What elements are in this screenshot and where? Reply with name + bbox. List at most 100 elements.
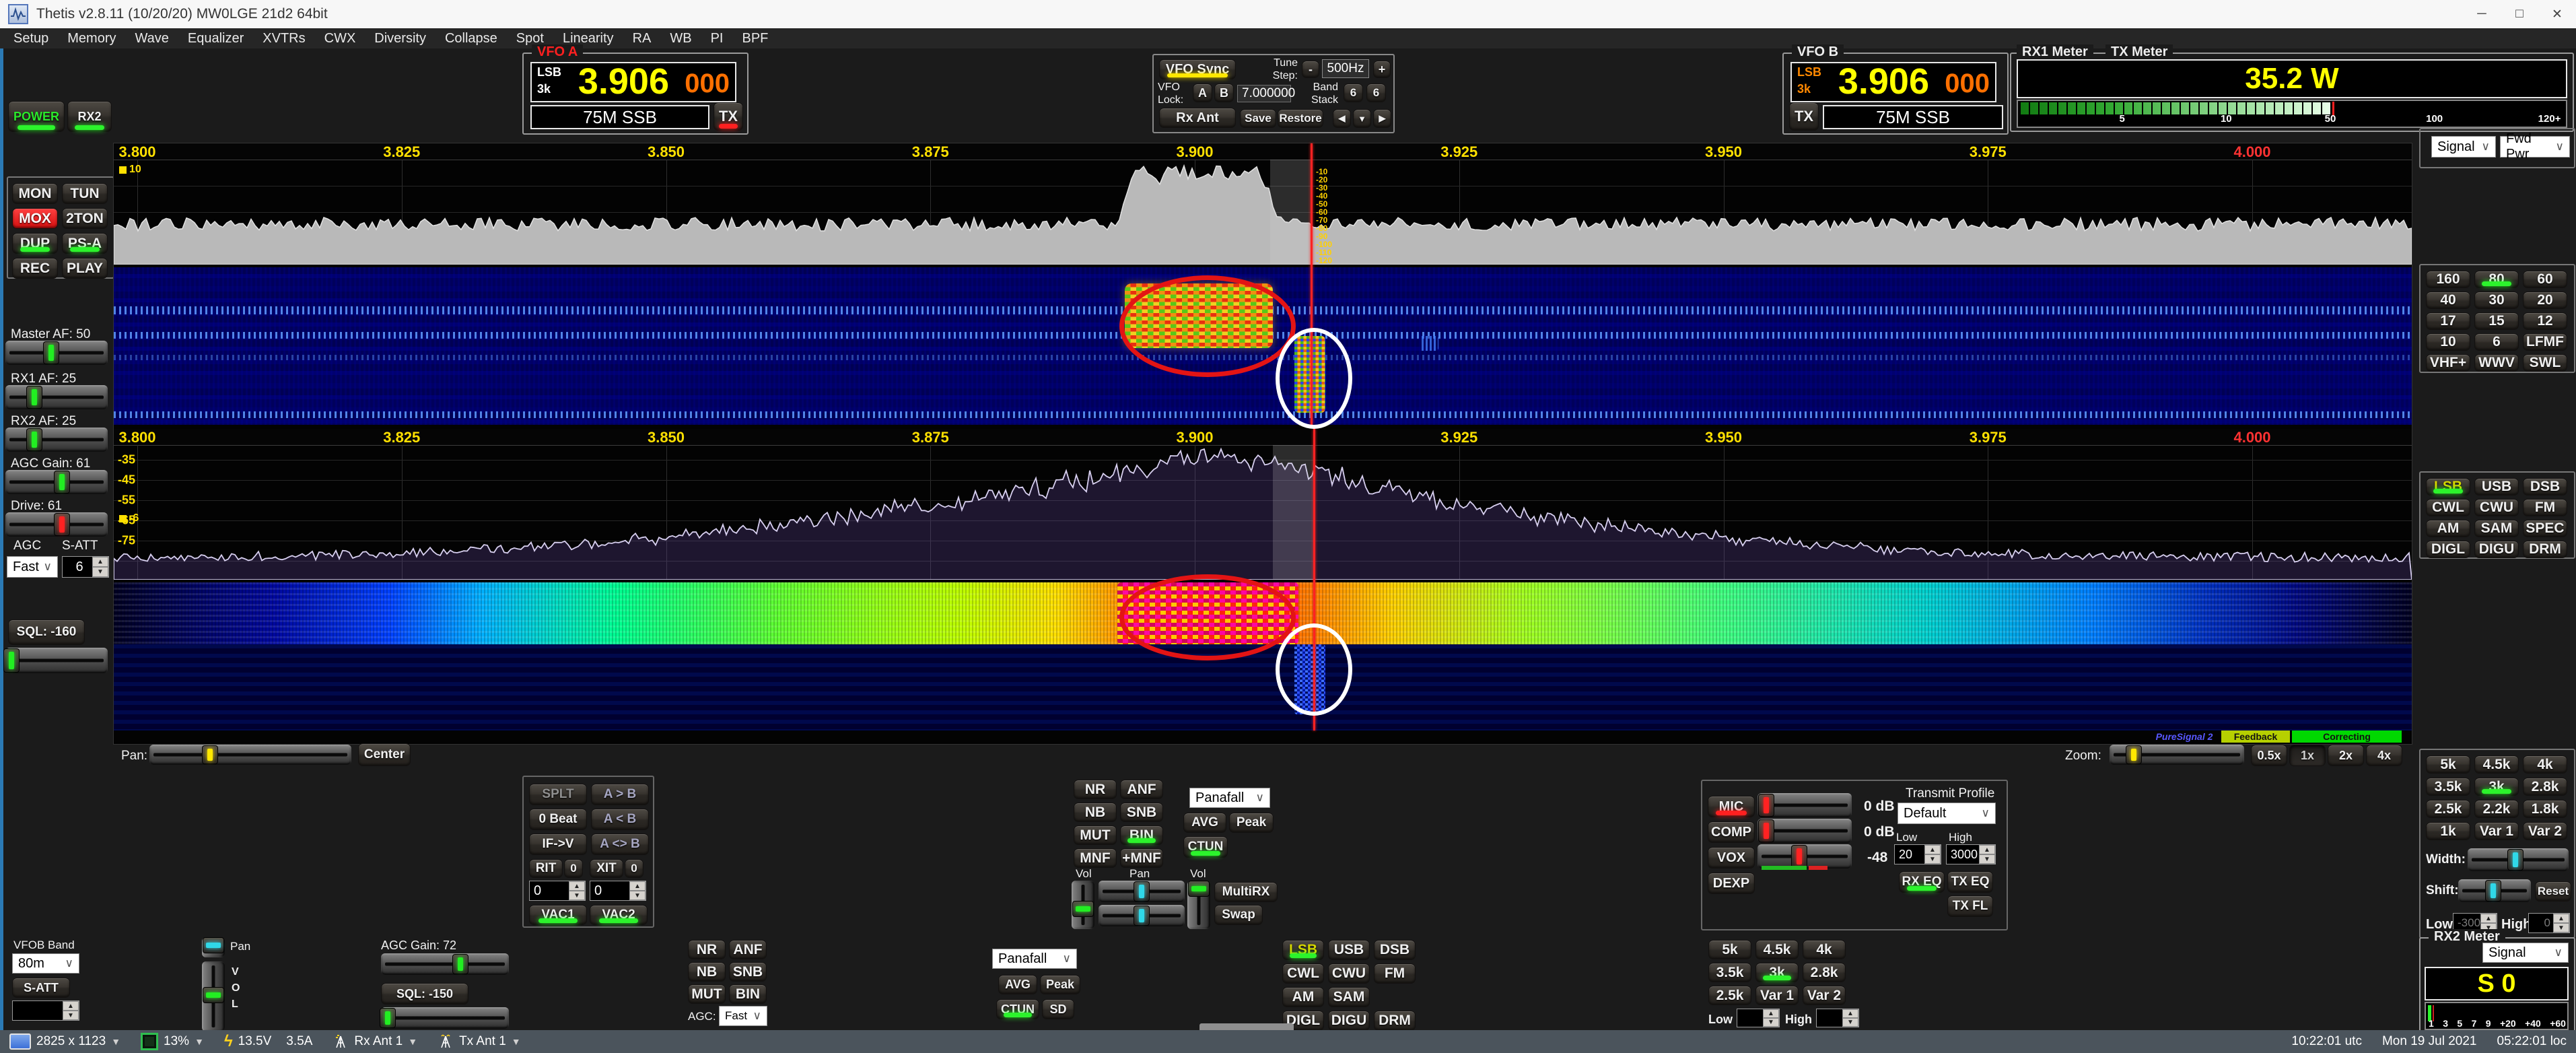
rx2-sd-button[interactable]: SD <box>1042 999 1074 1019</box>
rx1-vol-thumb[interactable] <box>1072 901 1094 917</box>
rx2-peak-button[interactable]: Peak <box>1040 975 1080 994</box>
waterfall-rx1[interactable] <box>114 267 2412 425</box>
rx2-mode-digu[interactable]: DIGU <box>1328 1011 1370 1031</box>
mode-drm[interactable]: DRM <box>2523 541 2567 558</box>
rit-zero-button[interactable]: 0 <box>564 859 583 878</box>
rit-button[interactable]: RIT <box>529 859 563 878</box>
rx2-dsp-anf[interactable]: ANF <box>729 940 767 959</box>
filter-high-stepper[interactable]: 0▲▼ <box>2528 913 2570 933</box>
rx2-ctun-button[interactable]: CTUN <box>996 999 1039 1019</box>
rx1-dsp-nb[interactable]: NB <box>1074 803 1117 822</box>
mode-fm[interactable]: FM <box>2523 499 2567 516</box>
mode-lsb[interactable]: LSB <box>2426 478 2470 496</box>
button-ps-a[interactable]: PS-A <box>62 233 108 254</box>
button-a-b[interactable]: A > B <box>591 784 649 805</box>
rx2-agc-gain-slider[interactable] <box>381 953 509 975</box>
rx2-pan-slider[interactable] <box>202 937 225 957</box>
zoom-slider[interactable] <box>2110 745 2244 765</box>
mode-spec[interactable]: SPEC <box>2523 520 2567 537</box>
sql-slider-thumb[interactable] <box>3 648 20 673</box>
mode-usb[interactable]: USB <box>2474 478 2519 496</box>
comp-thumb[interactable] <box>1758 819 1774 842</box>
slider-agc-gain[interactable] <box>5 470 108 494</box>
slider-rx2-af[interactable] <box>5 428 108 452</box>
vox-button[interactable]: VOX <box>1708 847 1755 869</box>
band-prev-icon[interactable]: ◀ <box>1333 109 1351 128</box>
filter-2-5k[interactable]: 2.5k <box>2426 800 2470 818</box>
menu-equalizer[interactable]: Equalizer <box>178 31 253 46</box>
tune-step-minus-button[interactable]: - <box>1302 61 1319 78</box>
power-button[interactable]: POWER <box>8 101 65 132</box>
button-0-beat[interactable]: 0 Beat <box>529 809 587 830</box>
rx1-dsp-mnf[interactable]: +MNF <box>1120 848 1163 868</box>
rx2-high-stepper[interactable]: ▲▼ <box>1816 1009 1859 1027</box>
rx1-dsp-nr[interactable]: NR <box>1074 780 1117 799</box>
rx1-dsp-anf[interactable]: ANF <box>1120 780 1163 799</box>
shift-slider-thumb[interactable] <box>2485 880 2501 902</box>
filter-2-8k[interactable]: 2.8k <box>2523 778 2567 796</box>
spectrum-rx2[interactable] <box>114 445 2412 580</box>
vfo-b-tx-button[interactable]: TX <box>1789 102 1819 131</box>
mode-cwl[interactable]: CWL <box>2426 499 2470 516</box>
slider-thumb[interactable] <box>54 471 70 494</box>
slider-thumb[interactable] <box>26 428 42 451</box>
s-att-stepper[interactable]: 6 ▲▼ <box>62 556 109 578</box>
save-button[interactable]: Save <box>1240 109 1276 128</box>
zoom-1x[interactable]: 1x <box>2289 745 2326 766</box>
menu-memory[interactable]: Memory <box>58 31 125 46</box>
menu-setup[interactable]: Setup <box>4 31 58 46</box>
rx2-mode-dsb[interactable]: DSB <box>1374 940 1416 960</box>
rx2-agc-mode-select[interactable]: Fast∨ <box>719 1006 767 1026</box>
band-next-icon[interactable]: ▶ <box>1373 109 1391 128</box>
button-a-b[interactable]: A <> B <box>591 834 649 855</box>
rx2-filter-4k[interactable]: 4k <box>1803 940 1846 959</box>
xit-button[interactable]: XIT <box>590 859 623 878</box>
button-a-b[interactable]: A < B <box>591 809 649 830</box>
rx2-filter-3-5k[interactable]: 3.5k <box>1708 963 1751 982</box>
vfo-lock-b-button[interactable]: B <box>1214 83 1234 102</box>
mic-gain-thumb[interactable] <box>1758 794 1774 817</box>
vfo-a-frequency-display[interactable]: LSB 3k 3.906 000 <box>530 62 736 102</box>
agc-mode-select[interactable]: Fast∨ <box>7 556 58 578</box>
rx2-low-stepper[interactable]: ▲▼ <box>1737 1009 1780 1027</box>
vox-slider[interactable] <box>1757 844 1852 869</box>
rx2-filter-2-5k[interactable]: 2.5k <box>1708 986 1751 1005</box>
rx2-display-mode-select[interactable]: Panafall∨ <box>992 949 1077 969</box>
zoom-slider-thumb[interactable] <box>2126 745 2142 764</box>
rx1-pan-slider[interactable] <box>1099 881 1185 902</box>
band-wwv[interactable]: WWV <box>2474 354 2519 372</box>
rx2-mode-usb[interactable]: USB <box>1328 940 1370 960</box>
band-vhf[interactable]: VHF+ <box>2426 354 2470 372</box>
button-tun[interactable]: TUN <box>62 183 108 204</box>
vfo-a-tx-button[interactable]: TX <box>713 102 743 131</box>
subrx-vol-thumb[interactable] <box>1188 881 1210 897</box>
tx-fl-button[interactable]: TX FL <box>1947 895 1993 917</box>
band-20[interactable]: 20 <box>2523 292 2567 309</box>
band-30[interactable]: 30 <box>2474 292 2519 309</box>
sql-slider[interactable] <box>5 648 108 673</box>
button-mon[interactable]: MON <box>12 183 58 204</box>
filter-4-5k[interactable]: 4.5k <box>2474 755 2519 774</box>
band-15[interactable]: 15 <box>2474 312 2519 330</box>
band-40[interactable]: 40 <box>2426 292 2470 309</box>
rit-stepper[interactable]: 0▲▼ <box>529 881 586 901</box>
rx2-filter-4-5k[interactable]: 4.5k <box>1755 940 1799 959</box>
avg-button[interactable]: AVG <box>1183 813 1226 833</box>
mic-gain-slider[interactable] <box>1757 793 1852 817</box>
rx2-dsp-mut[interactable]: MUT <box>688 984 726 1004</box>
vfo-sync-button[interactable]: VFO Sync <box>1159 59 1236 79</box>
rx2-filter-2-8k[interactable]: 2.8k <box>1803 963 1846 982</box>
mode-digl[interactable]: DIGL <box>2426 541 2470 558</box>
button-2ton[interactable]: 2TON <box>62 208 108 229</box>
tx-antenna-status[interactable]: Tx Ant 1▼ <box>438 1033 521 1050</box>
spectrum-display[interactable]: 3.8003.8253.8503.8753.9003.9253.9503.975… <box>113 143 2412 745</box>
subrx-pan-slider[interactable] <box>1099 905 1185 926</box>
multirx-button[interactable]: MultiRX <box>1214 882 1278 902</box>
pan-slider[interactable] <box>149 745 351 765</box>
tune-step-plus-button[interactable]: + <box>1373 61 1391 78</box>
slider-drive[interactable] <box>5 512 108 537</box>
band-60[interactable]: 60 <box>2523 271 2567 288</box>
button-splt[interactable]: SPLT <box>529 784 587 805</box>
slider-thumb[interactable] <box>43 341 59 364</box>
subrx-pan-thumb[interactable] <box>1134 906 1150 926</box>
